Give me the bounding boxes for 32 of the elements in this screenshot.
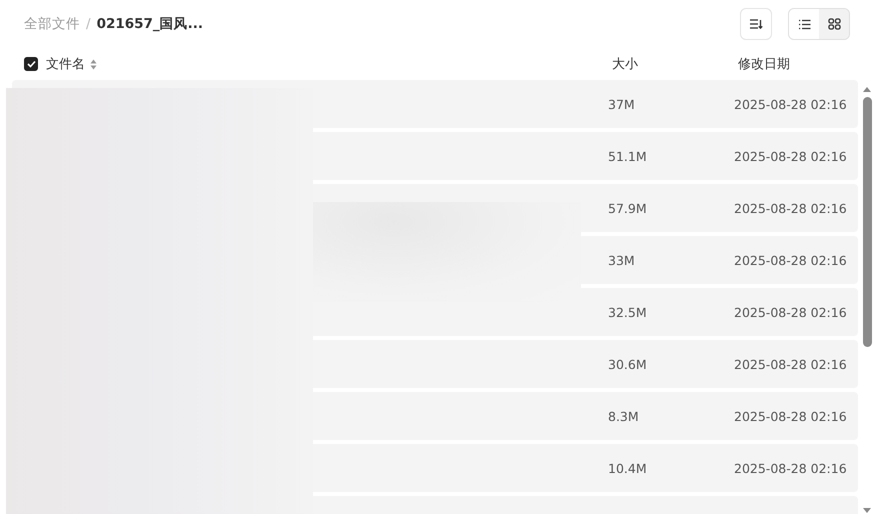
select-all-checkbox[interactable] bbox=[24, 57, 38, 71]
table-cell: 2025-08-28 02:16 bbox=[734, 148, 847, 164]
table-cell-text: 37M bbox=[608, 96, 636, 112]
scroll-up-arrow-icon[interactable] bbox=[862, 86, 872, 93]
breadcrumb-item: 021657_国风... bbox=[96, 15, 204, 33]
table-cell-text: 57.9M bbox=[608, 200, 648, 216]
list-icon bbox=[798, 18, 810, 30]
scroll-down-arrow-icon[interactable] bbox=[862, 507, 872, 514]
table-cell-text: 10.4M bbox=[608, 460, 648, 476]
table-cell-text: 32.5M bbox=[608, 304, 648, 320]
table-cell-text: 30.6M bbox=[608, 356, 648, 372]
table-cell: 2025-08-28 02:16 bbox=[734, 304, 847, 320]
table-cell-text: 33M bbox=[608, 252, 636, 268]
list-view-button[interactable] bbox=[789, 9, 819, 39]
sort-arrows-icon[interactable] bbox=[90, 58, 97, 70]
table-cell: 2025-08-28 02:16 bbox=[734, 96, 847, 112]
column-header[interactable]: 文件名 bbox=[46, 55, 97, 73]
table-cell-text: 51.1M bbox=[608, 148, 648, 164]
column-header: 修改日期 bbox=[738, 56, 790, 73]
scrollbar-thumb[interactable] bbox=[862, 97, 872, 347]
table-cell: 2025-08-28 02:16 bbox=[734, 460, 847, 476]
sort-button[interactable] bbox=[740, 8, 772, 40]
check-icon bbox=[26, 60, 36, 68]
sort-icon bbox=[749, 18, 763, 30]
table-cell-text: 8.3M bbox=[608, 408, 640, 424]
column-header: 大小 bbox=[612, 56, 638, 73]
table-cell: 2025-08-28 02:16 bbox=[734, 356, 847, 372]
table-cell: 2025-08-28 02:16 bbox=[734, 252, 847, 268]
grid-icon bbox=[828, 18, 840, 30]
breadcrumb-separator: / bbox=[86, 16, 91, 32]
table-cell: 2025-08-28 02:16 bbox=[734, 408, 847, 424]
table-cell: 2025-08-28 02:16 bbox=[734, 200, 847, 216]
